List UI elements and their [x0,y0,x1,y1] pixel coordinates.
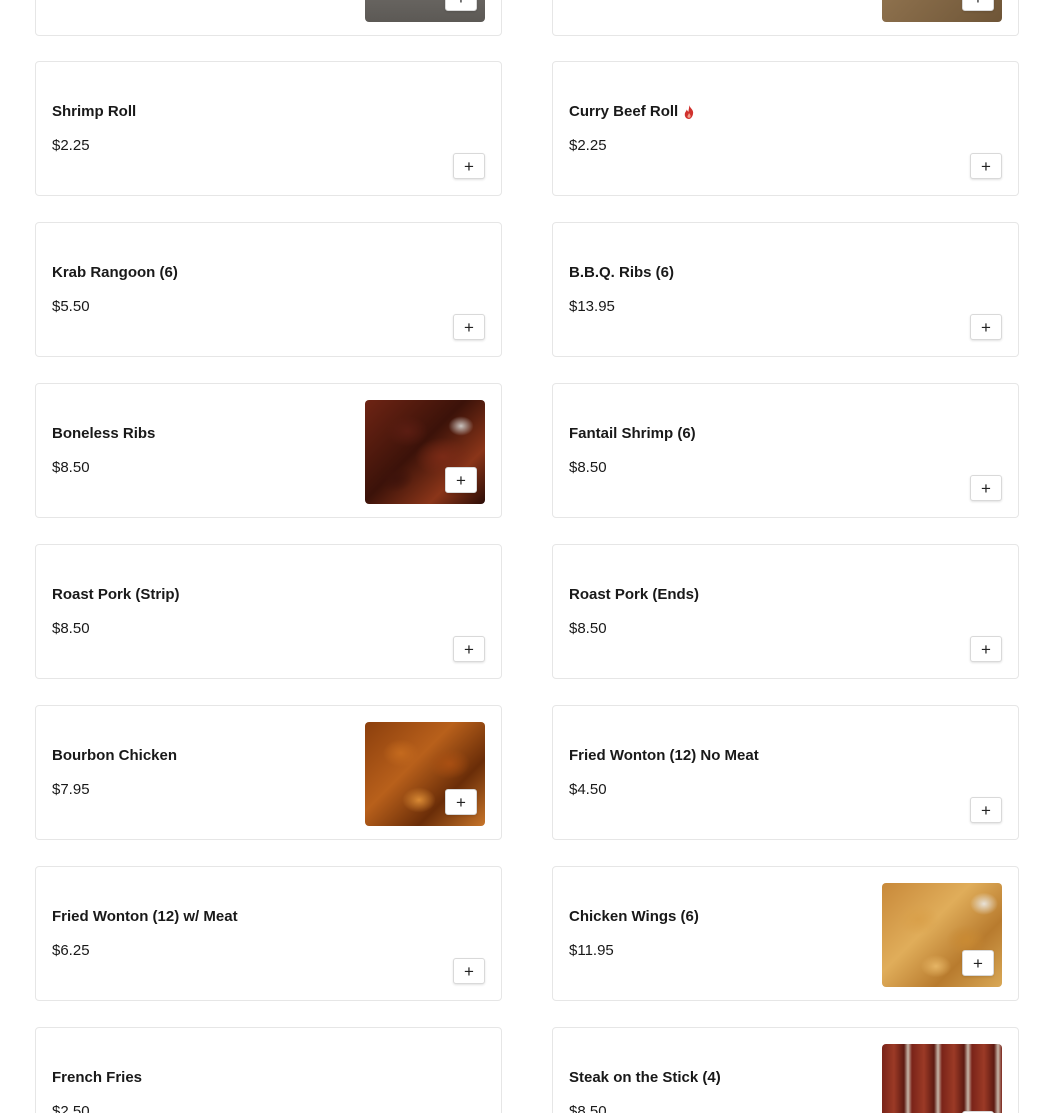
menu-item-price: $8.50 [569,459,607,476]
menu-item-card[interactable]: Chicken Wings (6) $11.95 + [552,866,1019,1001]
menu-item-price: $8.50 [52,620,90,637]
menu-item-name: B.B.Q. Ribs (6) [569,264,675,281]
menu-item-name: Steak on the Stick (4) [569,1069,721,1086]
menu-item-card[interactable]: Fantail Shrimp (6) $8.50 + [552,383,1019,518]
plus-icon: + [981,156,991,176]
menu-item-price: $6.25 [52,942,90,959]
menu-item-card[interactable]: Steak on the Stick (4) $8.50 + [552,1027,1019,1113]
plus-icon: + [464,317,474,337]
menu-item-card[interactable]: Roast Pork (Ends) $8.50 + [552,544,1019,679]
add-to-cart-button[interactable]: + [445,789,477,815]
menu-item-card[interactable]: B.B.Q. Ribs (6) $13.95 + [552,222,1019,357]
add-to-cart-button[interactable]: + [970,475,1002,501]
menu-item-name: Curry Beef Roll [569,103,695,120]
add-to-cart-button[interactable]: + [970,797,1002,823]
add-to-cart-button[interactable]: + [453,314,485,340]
menu-item-card[interactable]: Curry Beef Roll $2.25 + [552,61,1019,196]
menu-item-name: French Fries [52,1069,143,1086]
menu-item-name: Shrimp Roll [52,103,137,120]
menu-item-price: $2.25 [52,137,90,154]
menu-item-name: Roast Pork (Strip) [52,586,180,603]
add-to-cart-button[interactable]: + [453,958,485,984]
menu-item-name: Fried Wonton (12) No Meat [569,747,759,764]
steak-on-the-stick-photo [882,1044,1002,1113]
menu-item-name: Bourbon Chicken [52,747,178,764]
menu-item-price: $2.50 [52,1103,90,1113]
add-to-cart-button[interactable]: + [970,636,1002,662]
plus-icon: + [464,961,474,981]
plus-icon: + [981,800,991,820]
plus-icon: + [464,639,474,659]
add-to-cart-button[interactable]: + [445,0,477,11]
menu-item-price: $5.50 [52,298,90,315]
menu-item-price: $7.95 [52,781,90,798]
menu-item-name: Chicken Wings (6) [569,908,699,925]
menu-item-price: $13.95 [569,298,615,315]
menu-item-card[interactable]: + [552,0,1019,36]
menu-item-card[interactable]: Fried Wonton (12) w/ Meat $6.25 + [35,866,502,1001]
menu-item-card[interactable]: Shrimp Roll $2.25 + [35,61,502,196]
menu-item-name: Boneless Ribs [52,425,156,442]
plus-icon: + [456,0,466,7]
menu-item-card[interactable]: Krab Rangoon (6) $5.50 + [35,222,502,357]
menu-item-price: $2.25 [569,137,607,154]
menu-item-name: Fried Wonton (12) w/ Meat [52,908,238,925]
menu-item-price: $8.50 [569,1103,607,1113]
plus-icon: + [981,317,991,337]
menu-item-price: $8.50 [52,459,90,476]
add-to-cart-button[interactable]: + [970,314,1002,340]
menu-item-name: Roast Pork (Ends) [569,586,700,603]
plus-icon: + [456,792,466,812]
add-to-cart-button[interactable]: + [970,153,1002,179]
menu-item-card[interactable]: + [35,0,502,36]
menu-item-card[interactable]: Roast Pork (Strip) $8.50 + [35,544,502,679]
plus-icon: + [981,478,991,498]
menu-item-card[interactable]: French Fries $2.50 + [35,1027,502,1113]
menu-grid: + + Shrimp Roll $2.25 + Curry Beef Roll … [0,0,1050,1113]
add-to-cart-button[interactable]: + [445,467,477,493]
menu-item-price: $4.50 [569,781,607,798]
plus-icon: + [973,0,983,7]
plus-icon: + [973,953,983,973]
plus-icon: + [464,156,474,176]
menu-item-name: Fantail Shrimp (6) [569,425,696,442]
menu-item-name: Krab Rangoon (6) [52,264,178,281]
plus-icon: + [981,639,991,659]
add-to-cart-button[interactable]: + [962,950,994,976]
menu-item-card[interactable]: Bourbon Chicken $7.95 + [35,705,502,840]
menu-item-card[interactable]: Boneless Ribs $8.50 + [35,383,502,518]
add-to-cart-button[interactable]: + [453,636,485,662]
flame-icon [684,104,694,119]
plus-icon: + [456,470,466,490]
menu-item-price: $8.50 [569,620,607,637]
add-to-cart-button[interactable]: + [962,0,994,11]
add-to-cart-button[interactable]: + [453,153,485,179]
menu-item-card[interactable]: Fried Wonton (12) No Meat $4.50 + [552,705,1019,840]
menu-item-price: $11.95 [569,942,614,959]
